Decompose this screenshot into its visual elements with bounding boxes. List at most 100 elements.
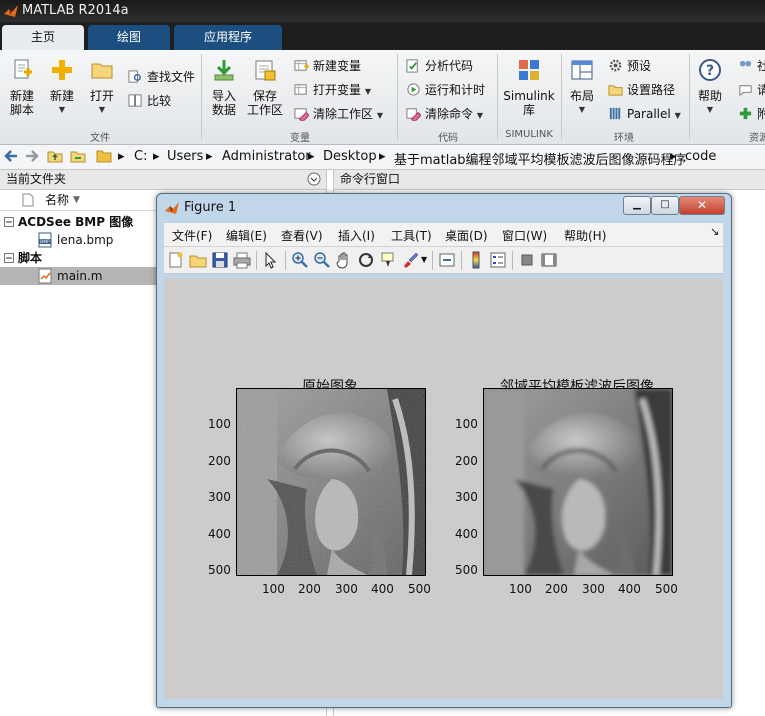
figure-title-bar[interactable]: Figure 1 ▁ □ ✕ [157,194,731,222]
pan-hand-icon[interactable] [335,251,353,269]
print-icon[interactable] [233,251,251,269]
import-icon [214,60,234,81]
addons-label: 附 [757,107,765,121]
menu-desktop[interactable]: 桌面(D) [445,227,488,244]
breadcrumb-item[interactable]: Administrator [222,149,311,164]
colorbar-icon[interactable] [467,251,485,269]
dock-arrow-icon[interactable]: ↘ [710,225,719,238]
save-workspace-button[interactable]: 保存 工作区 [246,58,284,117]
folder-icon [91,63,113,79]
matlab-script-icon [38,268,52,284]
menu-file[interactable]: 文件(F) [172,227,212,244]
document-icon [22,193,34,207]
set-path-button[interactable]: 设置路径 [608,81,675,99]
analyze-code-button[interactable]: 分析代码 [406,57,473,75]
breadcrumb-separator-icon: ▸ [670,149,677,164]
minimize-button[interactable]: ▁ [623,196,651,215]
open-variable-button[interactable]: 打开变量 ▼ [294,81,371,99]
lena-original-image [237,389,425,575]
close-button[interactable]: ✕ [679,196,725,215]
new-script-button[interactable]: 新建 脚本 [4,58,40,117]
legend-icon[interactable] [489,251,507,269]
layout-label: 布局 [569,89,594,103]
open-button[interactable]: 打开 ▼ [86,58,118,117]
maximize-button[interactable]: □ [651,196,679,215]
panel-actions-icon[interactable] [307,172,321,186]
menu-view[interactable]: 查看(V) [281,227,323,244]
run-and-time-button[interactable]: 运行和计时 [406,81,485,99]
toolbar-separator [461,251,462,270]
import-data-button[interactable]: 导入 数据 [208,58,240,117]
zoom-in-icon[interactable] [291,251,309,269]
axes-filtered-image[interactable] [483,388,673,576]
save-icon[interactable] [211,251,229,269]
brush-icon[interactable] [401,251,419,269]
tab-home[interactable]: 主页 [2,25,84,50]
breadcrumb-item[interactable]: Users [167,149,203,164]
layout-button[interactable]: 布局 ▼ [566,58,598,117]
figure-window[interactable]: Figure 1 ▁ □ ✕ 文件(F) 编辑(E) 查看(V) 插入(I) 工… [156,193,732,708]
zoom-out-icon[interactable] [313,251,331,269]
tree-group-label: 脚本 [18,251,43,265]
help-button[interactable]: ? 帮助 ▼ [694,58,726,117]
compare-button[interactable]: 比较 [128,92,171,110]
parallel-button[interactable]: Parallel ▼ [608,105,681,123]
find-files-label: 查找文件 [147,70,196,84]
new-variable-button[interactable]: 新建变量 [294,57,361,75]
breadcrumb-item[interactable]: 基于matlab编程邻域平均模板滤波后图像源码程序 [394,149,687,168]
hide-plot-tools-icon[interactable] [518,251,536,269]
axes-original-image[interactable] [236,388,426,576]
brush-caret-icon[interactable]: ▼ [421,251,439,269]
menu-insert[interactable]: 插入(I) [338,227,375,244]
new-button[interactable]: 新建 ▼ [46,58,78,117]
find-files-button[interactable]: 查找文件 [128,68,195,86]
back-arrow-icon[interactable] [3,148,19,164]
menu-edit[interactable]: 编辑(E) [226,227,267,244]
breadcrumb-item[interactable]: Desktop [323,149,377,164]
request-support-button[interactable]: 请 [738,81,765,99]
y-tick-label: 500 [208,563,231,577]
path-folder-icon [96,150,112,163]
simulink-label: Simulink 库 [503,89,555,117]
y-tick-label: 500 [455,563,478,577]
ribbon-toolstrip: 新建 脚本 新建 ▼ 打开 ▼ 查找文件 比较 文件 导入 数据 保存 工作区 … [0,50,765,145]
tab-plots[interactable]: 绘图 [88,25,170,50]
browse-folder-icon[interactable] [70,148,86,164]
app-title: MATLAB R2014a [22,3,129,18]
forward-arrow-icon[interactable] [24,148,40,164]
collapse-icon[interactable] [4,253,14,263]
tab-apps[interactable]: 应用程序 [174,25,282,50]
figure-canvas[interactable]: 原始图象 100 200 300 400 500 100 200 300 400… [164,278,723,699]
clear-workspace-caret-icon: ▼ [376,111,383,120]
rotate-3d-icon[interactable] [357,251,375,269]
request-support-icon [739,85,752,97]
y-tick-label: 200 [455,454,478,468]
x-tick-label: 100 [262,582,285,596]
menu-help[interactable]: 帮助(H) [564,227,606,244]
run-and-time-icon [407,83,420,96]
breadcrumb-item[interactable]: C: [134,149,147,164]
addons-button[interactable]: 附 [738,105,765,123]
clear-commands-button[interactable]: 清除命令 ▼ [406,105,483,123]
open-variable-label: 打开变量 [313,83,362,97]
simulink-library-button[interactable]: Simulink 库 [503,58,555,117]
analyze-code-label: 分析代码 [425,59,474,73]
address-bar: ▸ C: ▸ Users ▸ Administrator ▸ Desktop ▸… [0,145,765,170]
find-files-icon [128,70,141,83]
pointer-arrow-icon[interactable] [262,251,280,269]
menu-window[interactable]: 窗口(W) [502,227,547,244]
community-button[interactable]: 社 [738,57,765,75]
data-cursor-icon[interactable] [379,251,397,269]
collapse-icon[interactable] [4,217,14,227]
open-file-icon[interactable] [189,251,207,269]
show-plot-tools-icon[interactable] [540,251,558,269]
set-path-icon [608,85,623,96]
preferences-button[interactable]: 预设 [608,57,651,75]
clear-workspace-button[interactable]: 清除工作区 ▼ [294,105,383,123]
folder-up-icon[interactable] [47,148,63,164]
breadcrumb-item[interactable]: code [685,149,716,164]
menu-tools[interactable]: 工具(T) [391,227,432,244]
ribbon-separator [497,54,498,140]
link-plot-icon[interactable] [438,251,456,269]
new-figure-icon[interactable] [167,251,185,269]
